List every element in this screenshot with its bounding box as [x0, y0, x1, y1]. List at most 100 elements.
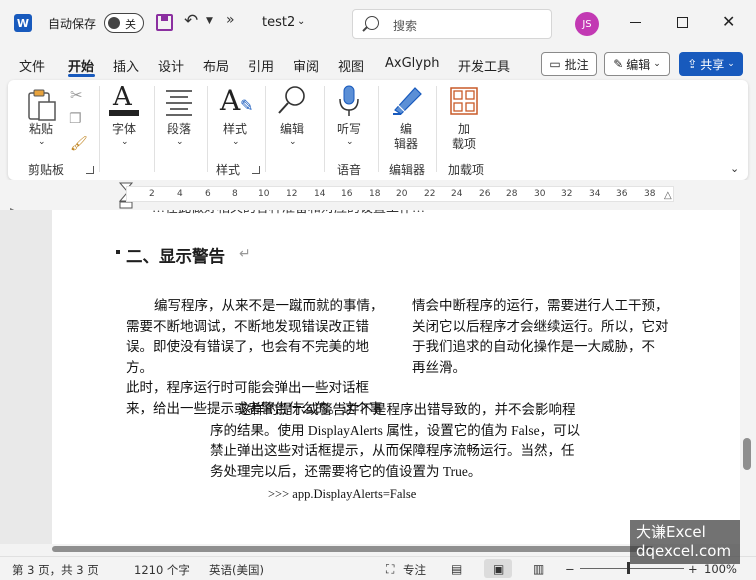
chevron-down-icon[interactable]: ⌄ — [38, 137, 46, 147]
language-indicator[interactable]: 英语(美国) — [209, 562, 264, 578]
styles-label[interactable]: 样式 — [223, 120, 247, 137]
cut-icon[interactable]: ✂ — [70, 86, 83, 104]
print-layout-icon[interactable]: ▣ — [493, 562, 504, 576]
word-count[interactable]: 1210 个字 — [134, 562, 190, 578]
undo-icon[interactable]: ↶ — [184, 11, 198, 31]
chevron-down-icon[interactable]: ⌄ — [232, 137, 240, 147]
zoom-level[interactable]: 100% — [704, 562, 737, 576]
text-line: 序的结果。使用 DisplayAlerts 属性，设置它的值为 False，可以 — [210, 422, 581, 438]
word-logo-icon: W — [14, 14, 32, 32]
editor-group-label: 编辑器 — [389, 163, 426, 177]
search-icon — [365, 16, 379, 30]
font-icon[interactable]: A — [108, 82, 140, 118]
share-label: 共享 — [700, 57, 725, 72]
page-count[interactable]: 第 3 页，共 3 页 — [12, 562, 99, 578]
document-title[interactable]: test2 — [262, 15, 295, 30]
share-button[interactable]: ⇪ 共享 ⌄ — [679, 52, 743, 76]
divider — [207, 86, 208, 172]
undo-dropdown-icon[interactable]: ▼ — [206, 16, 213, 26]
focus-label[interactable]: 专注 — [403, 562, 426, 578]
tab-file[interactable]: 文件 — [19, 56, 45, 75]
styles-icon[interactable]: A ✎ — [220, 84, 256, 120]
horizontal-scroll-thumb[interactable] — [52, 546, 654, 552]
ruler-tick: 30 — [534, 189, 546, 199]
tab-insert[interactable]: 插入 — [113, 56, 139, 75]
text-line: 这样的提示或警告并不是程序出错导致的，并不会影响程 — [238, 402, 576, 417]
paste-label[interactable]: 粘贴 — [29, 120, 53, 137]
format-painter-icon[interactable]: 🖌 — [70, 136, 88, 152]
maximize-icon[interactable] — [677, 17, 688, 28]
watermark-line-2: dqexcel.com — [636, 542, 732, 560]
clipboard-launcher-icon[interactable] — [86, 166, 94, 174]
editing-mode-label: 编辑 — [626, 57, 651, 72]
ruler-tick: 4 — [177, 189, 183, 199]
tab-layout[interactable]: 布局 — [203, 56, 229, 75]
divider — [378, 86, 379, 172]
tab-review[interactable]: 审阅 — [293, 56, 319, 75]
chevron-down-icon[interactable]: ⌄ — [121, 137, 129, 147]
font-label[interactable]: 字体 — [112, 120, 136, 137]
styles-launcher-icon[interactable] — [252, 166, 260, 174]
code-line: >>> app.DisplayAlerts=False — [268, 487, 417, 501]
ruler-tick: 12 — [286, 189, 298, 199]
avatar[interactable]: JS — [575, 12, 599, 36]
divider — [265, 86, 266, 172]
comments-button[interactable]: ▭ 批注 — [541, 52, 597, 76]
editing-label[interactable]: 编辑 — [280, 120, 304, 137]
tab-developer[interactable]: 开发工具 — [458, 56, 510, 75]
active-tab-indicator — [68, 74, 95, 77]
tab-design[interactable]: 设计 — [158, 56, 184, 75]
search-input[interactable]: 搜索 — [352, 9, 552, 39]
chevron-down-icon[interactable]: ⌄ — [176, 137, 184, 147]
editor-label-2[interactable]: 辑器 — [394, 135, 418, 152]
document-page[interactable]: …在此做好相关的各种准备和对应的设置工作… 二、显示警告 ↵ 编写程序，从来不是… — [52, 210, 740, 544]
microphone-icon[interactable] — [336, 84, 362, 118]
addins-icon[interactable] — [449, 86, 479, 116]
text-line: 禁止弹出这些对话框提示，从而保障程序流畅运行。当然，任 — [210, 443, 575, 458]
copy-icon[interactable]: ❐ — [69, 111, 82, 127]
ruler-tick: 36 — [616, 189, 628, 199]
section-heading: 二、显示警告 — [126, 247, 225, 266]
web-layout-icon[interactable]: ▥ — [533, 562, 544, 576]
vertical-scrollbar[interactable] — [740, 210, 756, 544]
styles-group-label: 样式 — [216, 163, 241, 177]
addins-group-label: 加载项 — [448, 163, 485, 177]
horizontal-ruler[interactable]: 2 4 6 8 10 12 14 16 18 20 22 24 26 28 30… — [126, 186, 674, 202]
minimize-icon[interactable] — [630, 22, 641, 23]
ruler-tick: 18 — [369, 189, 381, 199]
editing-mode-button[interactable]: ✎ 编辑 ⌄ — [604, 52, 670, 76]
editing-search-icon[interactable] — [276, 84, 308, 116]
editor-icon[interactable] — [391, 84, 425, 116]
chevron-down-icon[interactable]: ⌄ — [346, 137, 354, 147]
vertical-scroll-thumb[interactable] — [743, 438, 751, 470]
paragraph-icon[interactable] — [164, 88, 194, 116]
addins-label-2[interactable]: 载项 — [452, 135, 476, 152]
chevron-down-icon: ⌄ — [727, 59, 735, 69]
chevron-down-icon[interactable]: ⌄ — [289, 137, 297, 147]
tab-references[interactable]: 引用 — [248, 56, 274, 75]
dictate-label[interactable]: 听写 — [337, 120, 361, 137]
ruler-tick: 6 — [205, 189, 211, 199]
tab-view[interactable]: 视图 — [338, 56, 364, 75]
ribbon: 粘贴 ⌄ ✂ ❐ 🖌 剪贴板 A 字体 ⌄ 段落 ⌄ A ✎ 样式 ⌄ 样式 编… — [8, 80, 748, 180]
focus-icon[interactable]: ⛶ — [386, 562, 394, 577]
zoom-in-icon[interactable]: + — [688, 562, 698, 576]
read-mode-icon[interactable]: ▤ — [451, 562, 462, 576]
paragraph-mark: ↵ — [239, 246, 251, 262]
right-indent-marker-icon[interactable]: △ — [664, 190, 672, 201]
zoom-slider[interactable] — [580, 568, 684, 569]
tab-axglyph[interactable]: AxGlyph — [385, 56, 439, 71]
paste-icon[interactable] — [26, 88, 58, 122]
ruler-tick: 20 — [396, 189, 408, 199]
zoom-out-icon[interactable]: − — [565, 562, 575, 576]
collapse-ribbon-icon[interactable]: ⌄ — [730, 162, 739, 175]
save-icon[interactable] — [156, 14, 173, 31]
autosave-toggle[interactable]: 关 — [104, 13, 144, 33]
paragraph-label[interactable]: 段落 — [167, 120, 191, 137]
text-line: 情会中断程序的运行，需要进行人工干预， — [412, 298, 669, 313]
tab-home[interactable]: 开始 — [68, 56, 94, 75]
ruler-tick: 16 — [341, 189, 353, 199]
more-commands-icon[interactable]: » — [226, 12, 235, 28]
close-icon[interactable]: ✕ — [722, 12, 735, 31]
chevron-down-icon[interactable]: ⌄ — [297, 16, 305, 27]
